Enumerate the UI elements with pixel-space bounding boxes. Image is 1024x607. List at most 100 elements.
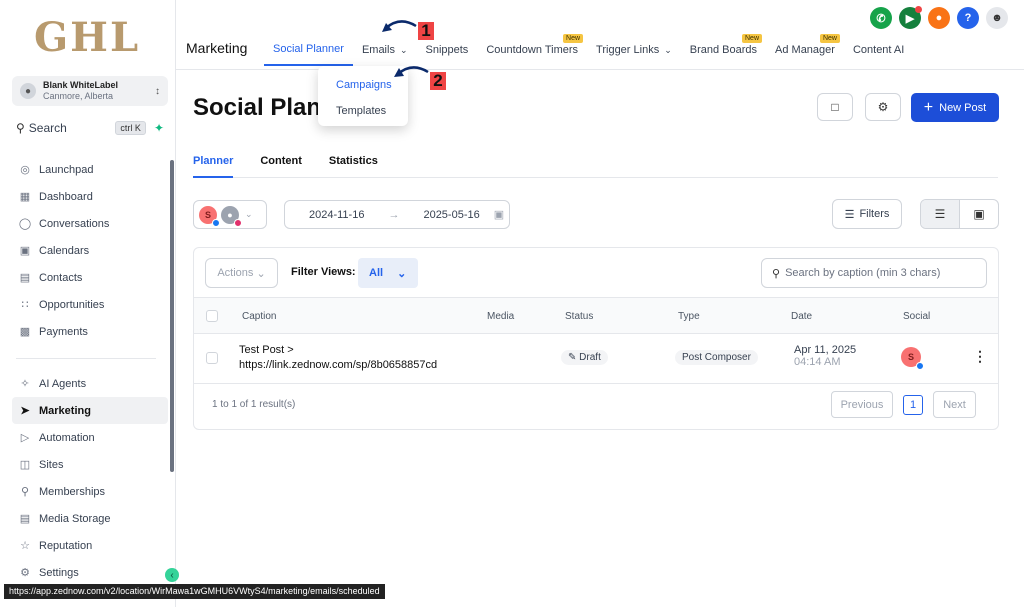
topbar: Marketing Social Planner Emails ⌄ Snippet… — [176, 0, 1024, 70]
brand-logo[interactable]: GHL — [34, 14, 140, 61]
sidebar-item-marketing[interactable]: ➤ Marketing — [12, 397, 168, 424]
sidebar-item-media-storage[interactable]: ▤ Media Storage — [12, 505, 168, 532]
date-start: 2024-11-16 — [309, 208, 365, 221]
user-avatar[interactable]: ☻ — [986, 7, 1008, 29]
row-checkbox[interactable] — [206, 352, 218, 364]
new-badge: New — [742, 34, 763, 43]
tab-brand-boards[interactable]: Brand Boards New — [681, 34, 766, 66]
sidebar-item-reputation[interactable]: ☆ Reputation — [12, 532, 168, 559]
chevron-down-icon: ⌄ — [256, 267, 266, 280]
feedback-button[interactable]: □ — [817, 93, 853, 121]
previous-page-button[interactable]: Previous — [831, 391, 893, 418]
chevron-down-icon: ⌄ — [245, 209, 253, 219]
edit-icon: ✎ — [568, 352, 577, 363]
calendar-icon: ▣ — [19, 245, 31, 257]
main-content: Social Planner □ ⚙ + New Post Planner Con… — [176, 70, 1024, 607]
tab-planner[interactable]: Planner — [193, 150, 234, 178]
annotation-arrow-2 — [394, 66, 429, 77]
payments-icon: ▩ — [19, 326, 31, 338]
filter-views-select[interactable]: All ⌄ — [358, 258, 418, 288]
select-all-checkbox[interactable] — [206, 310, 218, 322]
sparkle-icon[interactable]: ✦ — [154, 121, 164, 135]
sidebar-scrollbar[interactable] — [170, 160, 174, 472]
marketing-tabs: Social Planner Emails ⌄ Snippets Countdow… — [264, 34, 913, 66]
sparkle-icon: ✧ — [20, 378, 30, 390]
memberships-icon: ⚲ — [20, 486, 30, 498]
sidebar-item-opportunities[interactable]: ∷ Opportunities — [12, 291, 168, 318]
table-header: Caption Media Status Type Date Social — [194, 297, 998, 334]
page-number-button[interactable]: 1 — [903, 395, 923, 415]
search-label: Search — [28, 121, 67, 135]
sidebar-item-calendars[interactable]: ▣ Calendars — [12, 237, 168, 264]
table-row[interactable]: Test Post > https://link.zednow.com/sp/8… — [194, 334, 998, 384]
tab-content-ai[interactable]: Content AI — [844, 34, 913, 66]
chevron-down-icon: ⌄ — [399, 44, 408, 55]
tab-content[interactable]: Content — [260, 150, 302, 178]
sidebar-item-memberships[interactable]: ⚲ Memberships — [12, 478, 168, 505]
grid-icon: ▦ — [19, 191, 31, 203]
planner-subtabs: Planner Content Statistics — [193, 150, 998, 178]
pipeline-icon: ∷ — [21, 299, 29, 311]
sidebar-item-settings[interactable]: ⚙ Settings — [12, 559, 168, 586]
tab-countdown-timers[interactable]: Countdown Timers New — [477, 34, 587, 66]
list-icon: ☰ — [934, 207, 946, 221]
top-actions: ✆ ▶ ● ? ☻ — [870, 6, 1008, 29]
filters-button[interactable]: ☰ Filters — [832, 199, 902, 229]
search-shortcut: ctrl K — [115, 121, 146, 135]
row-more-icon[interactable]: ⋮ — [973, 348, 987, 365]
date-range-picker[interactable]: 2024-11-16 → 2025-05-16 ▣ — [284, 200, 510, 229]
sidebar-item-conversations[interactable]: ◯ Conversations — [12, 210, 168, 237]
column-date: Date — [791, 311, 813, 322]
sidebar-item-launchpad[interactable]: ◎ Launchpad — [12, 156, 168, 183]
sidebar-item-dashboard[interactable]: ▦ Dashboard — [12, 183, 168, 210]
feedback-icon: □ — [831, 100, 839, 114]
sidebar-item-sites[interactable]: ◫ Sites — [12, 451, 168, 478]
column-caption: Caption — [242, 311, 277, 322]
sidebar: GHL ● Blank WhiteLabel Canmore, Alberta … — [0, 0, 176, 607]
sidebar-search[interactable]: ⚲ Search ctrl K ✦ — [12, 118, 168, 138]
filter-views-label: Filter Views: — [291, 266, 356, 278]
sidebar-divider — [16, 358, 156, 359]
sidebar-item-contacts[interactable]: ▤ Contacts — [12, 264, 168, 291]
tab-trigger-links[interactable]: Trigger Links ⌄ — [587, 34, 681, 66]
sidebar-item-payments[interactable]: ▩ Payments — [12, 318, 168, 345]
account-switcher[interactable]: ● Blank WhiteLabel Canmore, Alberta ↕ — [12, 76, 168, 106]
next-page-button[interactable]: Next — [933, 391, 976, 418]
settings-button[interactable]: ⚙ — [865, 93, 901, 121]
account-name: Blank WhiteLabel — [43, 80, 119, 90]
calendar-view-button[interactable]: ▣ — [960, 200, 998, 228]
star-icon: ☆ — [20, 540, 30, 552]
list-view-button[interactable]: ☰ — [921, 200, 960, 228]
actions-dropdown[interactable]: Actions ⌄ — [205, 258, 278, 288]
plus-icon: + — [923, 98, 934, 116]
help-icon[interactable]: ? — [957, 7, 979, 29]
bell-icon[interactable]: ● — [928, 7, 950, 29]
chat-icon: ◯ — [18, 218, 32, 230]
tab-social-planner[interactable]: Social Planner — [264, 34, 353, 66]
column-status: Status — [565, 311, 594, 322]
sidebar-item-automation[interactable]: ▷ Automation — [12, 424, 168, 451]
new-badge: New — [563, 34, 584, 43]
instagram-icon — [234, 218, 242, 227]
contacts-icon: ▤ — [19, 272, 31, 284]
megaphone-icon[interactable]: ▶ — [899, 6, 922, 29]
new-post-button[interactable]: + New Post — [911, 93, 999, 122]
dropdown-item-templates[interactable]: Templates — [318, 98, 408, 124]
notification-dot — [915, 6, 922, 13]
tab-statistics[interactable]: Statistics — [329, 150, 378, 178]
social-account-picker[interactable]: S ● ⌄ — [193, 200, 267, 229]
sidebar-item-ai-agents[interactable]: ✧ AI Agents — [12, 370, 168, 397]
results-count: 1 to 1 of 1 result(s) — [212, 399, 296, 410]
account-icon: ● — [20, 83, 36, 99]
annotation-number-1: 1 — [418, 22, 434, 40]
posts-table-panel: Actions ⌄ Filter Views: All ⌄ ⚲ Search by … — [193, 247, 999, 430]
calendar-icon: ▣ — [493, 209, 505, 221]
caption-search-input[interactable]: ⚲ Search by caption (min 3 chars) — [761, 258, 987, 288]
tab-ad-manager[interactable]: Ad Manager New — [766, 34, 844, 66]
arrow-right-icon: → — [388, 208, 400, 221]
view-toggle: ☰ ▣ — [920, 199, 999, 229]
chevron-down-icon: ⌄ — [664, 44, 672, 55]
gear-icon: ⚙ — [877, 100, 889, 114]
phone-icon[interactable]: ✆ — [870, 7, 892, 29]
row-caption[interactable]: Test Post > https://link.zednow.com/sp/8… — [239, 343, 437, 373]
